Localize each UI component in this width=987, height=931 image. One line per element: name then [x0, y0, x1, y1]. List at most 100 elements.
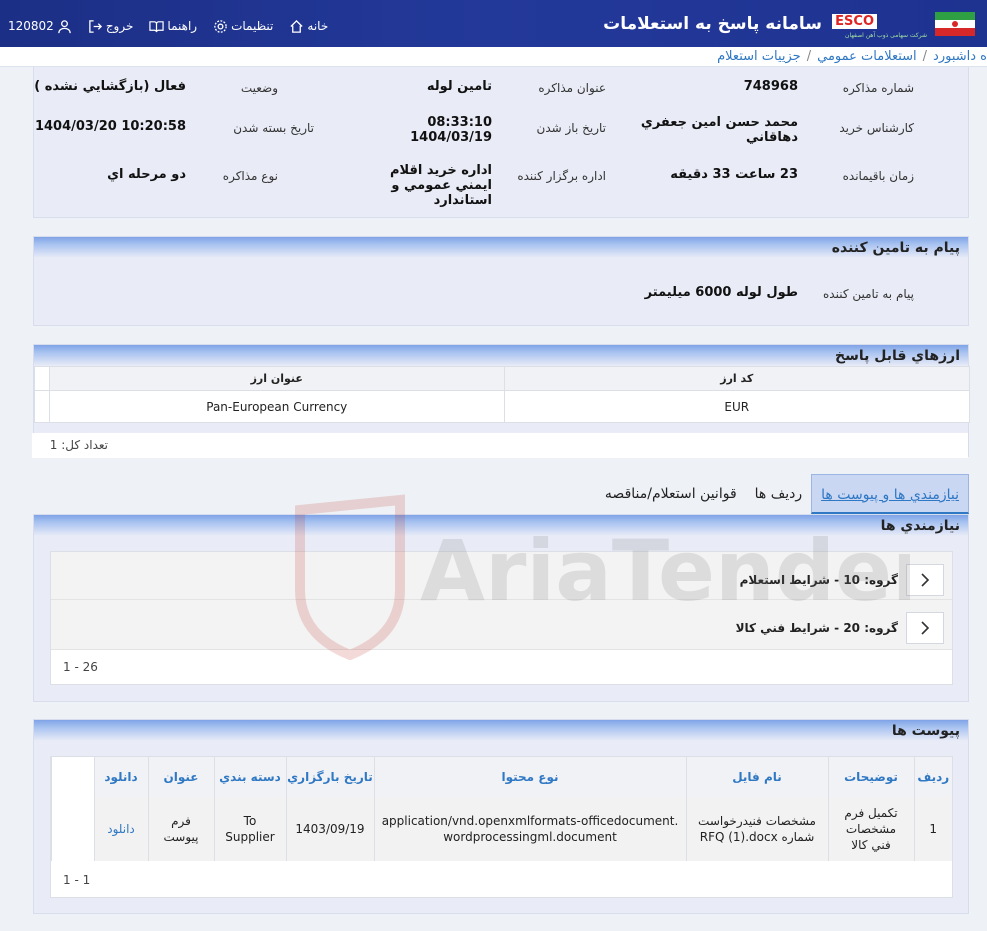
home-label: خانه	[307, 19, 329, 33]
title-value: تامين لوله	[426, 79, 492, 94]
status-label: وضعيت	[240, 81, 278, 95]
settings-link[interactable]: تنظیمات	[205, 19, 281, 34]
message-value: طول لوله 6000 ميليمتر	[644, 285, 798, 300]
currency-panel: ارزهاي قابل پاسخ کد ارز عنوان ارز EUR Pa…	[32, 344, 971, 458]
type-value: دو مرحله اي	[107, 167, 186, 182]
col-title[interactable]: عنوان	[147, 757, 214, 797]
settings-label: تنظیمات	[231, 19, 274, 33]
group-item-10[interactable]: گروه: 10 - شرايط استعلام	[740, 560, 944, 600]
row-spacer	[34, 390, 50, 423]
buyer-label: کارشناس خريد	[839, 121, 914, 135]
logout-icon	[89, 19, 102, 33]
download-link[interactable]: دانلود	[93, 797, 148, 861]
col-row-no[interactable]: رديف	[913, 757, 952, 797]
user-menu[interactable]: 120802	[0, 19, 80, 34]
requirements-heading: نيازمندي ها	[34, 515, 968, 536]
breadcrumb-inquiry-details[interactable]: جزييات استعلام	[717, 49, 801, 64]
brand-subtitle: شرکت سهامی ذوب آهن اصفهان	[845, 32, 927, 39]
remaining-value: 23 ساعت 33 دقيقه	[670, 167, 798, 182]
close-date-label: تاريخ بسته شدن	[233, 121, 314, 135]
home-link[interactable]: خانه	[281, 19, 336, 34]
top-nav: 120802 خروج راهنما تنظیمات خانه	[0, 16, 336, 36]
details-panel: شماره مذاکره 748968 عنوان مذاکره تامين ل…	[33, 67, 969, 218]
org-value: اداره خريد اقلام ايمني عمومي و استاندارد	[389, 163, 492, 208]
logout-link[interactable]: خروج	[80, 19, 142, 34]
breadcrumb-dashboard[interactable]: ه داشبورد	[933, 49, 987, 64]
guide-label: راهنما	[167, 19, 198, 33]
col-upload-date[interactable]: تاريخ بارگزاري	[285, 757, 374, 797]
requirements-pager: 1 - 26	[63, 660, 98, 674]
breadcrumb-public-inquiries[interactable]: استعلامات عمومي	[817, 49, 917, 64]
breadcrumb-separator: /	[922, 49, 928, 64]
col-content-type[interactable]: نوع محتوا	[373, 757, 686, 797]
org-label: اداره برگزار کننده	[517, 169, 606, 183]
title-label: عنوان مذاکره	[538, 81, 606, 95]
col-file-name[interactable]: نام فايل	[685, 757, 828, 797]
top-header: ESCO شرکت سهامی ذوب آهن اصفهان سامانه پا…	[0, 0, 987, 47]
tab-rows[interactable]: رديف ها	[746, 474, 811, 514]
brand-logo-text: ESCO	[832, 14, 877, 29]
buyer-value: محمد حسن امين جعفري دهاقاني	[640, 115, 798, 145]
open-date-value: 08:33:10 1404/03/19	[410, 115, 492, 145]
status-value: فعال (بازگشايي نشده )	[34, 79, 186, 94]
col-spacer	[34, 366, 50, 391]
row-spacer	[51, 797, 94, 861]
content-type-cell: application/vnd.openxmlformats-officedoc…	[373, 797, 686, 861]
user-icon	[58, 19, 71, 33]
tab-rules[interactable]: قوانين استعلام/مناقصه	[596, 474, 746, 514]
group-label: گروه: 10 - شرايط استعلام	[739, 573, 898, 587]
currency-heading: ارزهاي قابل پاسخ	[34, 345, 968, 366]
col-spacer	[51, 757, 94, 797]
col-category[interactable]: دسته بندي	[213, 757, 286, 797]
category-cell: To Supplier	[213, 797, 286, 861]
requirements-panel: نيازمندي ها گروه: 10 - شرايط استعلام گرو…	[33, 514, 969, 702]
group-label: گروه: 20 - شرايط فني کالا	[735, 621, 898, 635]
col-download[interactable]: دانلود	[93, 757, 148, 797]
chevron-right-icon	[921, 621, 930, 635]
tab-requirements-attachments[interactable]: نيازمندي ها و پيوست ها	[811, 474, 969, 514]
message-panel: پيام به تامين کننده پيام به تامين کننده …	[33, 236, 969, 326]
description-cell: تکميل فرم مشخصات فني کالا	[827, 797, 914, 861]
title-cell: فرم پيوست	[147, 797, 214, 861]
breadcrumb-separator: /	[806, 49, 812, 64]
table-row[interactable]: 1 تکميل فرم مشخصات فني کالا مشخصات فنيدر…	[51, 797, 952, 861]
chevron-right-icon	[921, 573, 930, 587]
row-no-cell: 1	[913, 797, 952, 861]
currency-table: کد ارز عنوان ارز EUR Pan-European Curren…	[34, 366, 971, 423]
attachments-pager: 1 - 1	[63, 873, 91, 887]
requirements-list: گروه: 10 - شرايط استعلام گروه: 20 - شراي…	[50, 551, 953, 685]
expand-button[interactable]	[906, 564, 944, 596]
table-row[interactable]: EUR Pan-European Currency	[34, 390, 971, 423]
currency-total: تعداد کل: 1	[32, 433, 968, 458]
message-label: پيام به تامين کننده	[823, 287, 914, 301]
tender-no-value: 748968	[743, 79, 798, 94]
col-currency-code[interactable]: کد ارز	[503, 366, 971, 391]
type-label: نوع مذاکره	[222, 169, 278, 183]
attachments-table: رديف توضيحات نام فايل نوع محتوا تاريخ با…	[51, 757, 952, 861]
gear-icon	[214, 19, 227, 33]
remaining-label: زمان باقيمانده	[842, 169, 914, 183]
expand-button[interactable]	[906, 612, 944, 644]
currency-title-cell: Pan-European Currency	[49, 390, 505, 423]
attachments-panel: پيوست ها رديف توضيحات نام فايل نوع محتوا…	[33, 719, 969, 914]
user-id: 120802	[8, 19, 54, 33]
col-description[interactable]: توضيحات	[827, 757, 914, 797]
file-name-cell: مشخصات فنيدرخواست شماره RFQ (1).docx	[685, 797, 828, 861]
tender-no-label: شماره مذاکره	[842, 81, 914, 95]
attachments-grid: رديف توضيحات نام فايل نوع محتوا تاريخ با…	[50, 756, 953, 898]
breadcrumb: ه داشبورد / استعلامات عمومي / جزييات است…	[0, 47, 987, 67]
home-icon	[290, 19, 303, 33]
logout-label: خروج	[105, 19, 134, 33]
flag-logo-icon	[935, 12, 975, 36]
group-item-20[interactable]: گروه: 20 - شرايط فني کالا	[736, 608, 944, 648]
app-title: سامانه پاسخ به استعلامات	[603, 14, 822, 34]
book-icon	[149, 20, 165, 32]
guide-link[interactable]: راهنما	[141, 19, 205, 34]
close-date-value: 1404/03/20 10:20:58	[34, 119, 186, 134]
attachments-heading: پيوست ها	[34, 720, 968, 741]
message-heading: پيام به تامين کننده	[34, 237, 968, 258]
col-currency-title[interactable]: عنوان ارز	[49, 366, 505, 391]
upload-date-cell: 1403/09/19	[285, 797, 374, 861]
tab-bar: نيازمندي ها و پيوست ها رديف ها قوانين اس…	[596, 474, 969, 514]
currency-code-cell: EUR	[503, 390, 971, 423]
